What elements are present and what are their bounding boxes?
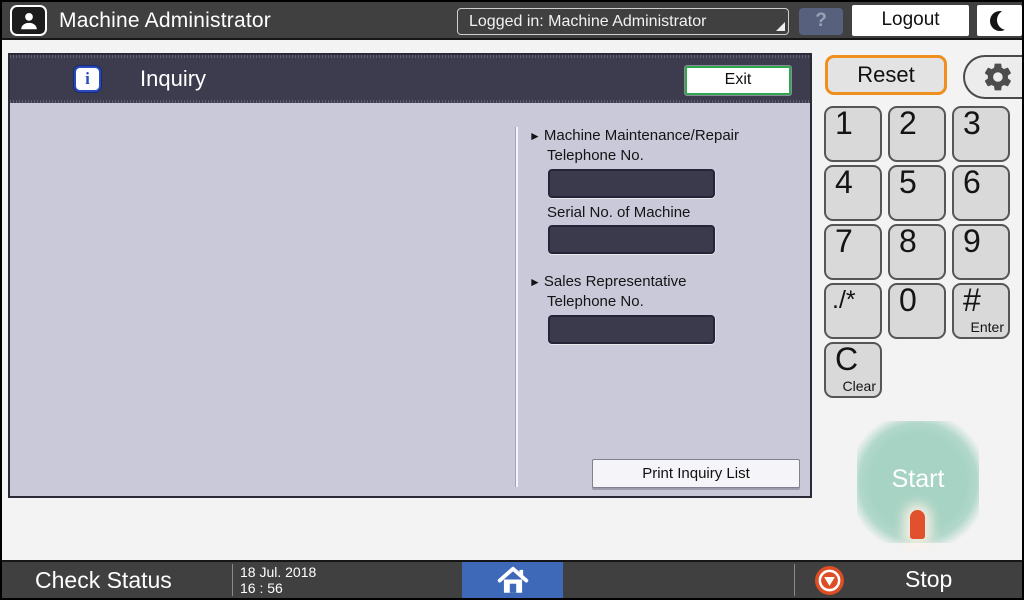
keypad-key-7[interactable]: 7 [824,224,882,280]
login-status-label: Logged in: Machine Administrator [469,13,706,30]
serial-no-input[interactable] [548,225,715,254]
key-label: 0 [899,282,917,319]
gear-icon [982,61,1014,93]
stop-icon [815,566,844,595]
bottom-bar: Check Status 18 Jul. 2018 16 : 56 Stop [2,560,1022,598]
home-icon [495,564,531,596]
section-arrow-icon: ► [529,275,541,289]
reset-button[interactable]: Reset [825,55,947,95]
exit-button[interactable]: Exit [685,66,791,95]
start-button-label: Start [892,465,945,500]
date-label: 18 Jul. 2018 [240,564,316,580]
field-label-sales-telephone: Telephone No. [547,293,644,310]
top-bar: Machine Administrator Logged in: Machine… [2,2,1022,40]
stop-button-label: Stop [905,562,952,598]
keypad-key-3[interactable]: 3 [952,106,1010,162]
user-button[interactable] [10,5,47,36]
section-arrow-icon: ► [529,129,541,143]
key-label: 4 [835,164,853,201]
stop-button[interactable]: Stop [795,562,1024,598]
section-title-maintenance: ►Machine Maintenance/Repair [529,127,739,144]
settings-button[interactable] [963,55,1024,99]
field-label-serial-no: Serial No. of Machine [547,204,690,221]
dropdown-corner-icon [776,22,785,31]
start-indicator-light [910,510,925,539]
key-label: 1 [835,105,853,142]
key-sub-label: Clear [843,378,876,394]
keypad-key-5[interactable]: 5 [888,165,946,221]
keypad-key-dot-star[interactable]: ./* [824,283,882,339]
inquiry-panel: i Inquiry Exit ►Machine Maintenance/Repa… [8,53,812,498]
info-icon: i [74,66,101,92]
key-label: ./* [832,286,856,315]
touch-screen: Machine Administrator Logged in: Machine… [0,0,1024,600]
datetime-display: 18 Jul. 2018 16 : 56 [240,564,316,596]
keypad-key-1[interactable]: 1 [824,106,882,162]
key-label: 8 [899,223,917,260]
sales-telephone-input[interactable] [548,315,715,344]
section-title-sales: ►Sales Representative [529,273,686,290]
moon-icon [990,11,1010,31]
key-label: 2 [899,105,917,142]
field-label-maintenance-telephone: Telephone No. [547,147,644,164]
key-label: C [835,341,858,378]
inquiry-panel-header: i Inquiry Exit [10,55,810,103]
logout-button[interactable]: Logout [852,5,969,36]
inquiry-title: Inquiry [140,55,206,103]
print-inquiry-list-button[interactable]: Print Inquiry List [592,459,800,488]
key-label: 7 [835,223,853,260]
keypad-key-clear[interactable]: CClear [824,342,882,398]
section-title-label: Sales Representative [544,273,687,290]
user-icon [18,10,40,32]
key-sub-label: Enter [971,319,1004,335]
start-button[interactable]: Start [857,421,979,543]
key-label: 5 [899,164,917,201]
keypad-key-2[interactable]: 2 [888,106,946,162]
maintenance-telephone-input[interactable] [548,169,715,198]
vertical-divider [515,127,518,487]
check-status-button[interactable]: Check Status [2,562,230,598]
key-label: 3 [963,105,981,142]
keypad-key-hash-enter[interactable]: #Enter [952,283,1010,339]
key-label: # [963,282,981,319]
keypad-key-6[interactable]: 6 [952,165,1010,221]
help-button[interactable]: ? [799,8,843,35]
inquiry-content: ►Machine Maintenance/Repair Telephone No… [10,103,810,496]
page-title: Machine Administrator [59,2,271,40]
keypad-key-0[interactable]: 0 [888,283,946,339]
key-label: 6 [963,164,981,201]
bottom-divider [232,564,233,596]
login-status-dropdown[interactable]: Logged in: Machine Administrator [457,8,789,35]
energy-saver-button[interactable] [977,5,1022,36]
section-title-label: Machine Maintenance/Repair [544,127,739,144]
keypad-key-9[interactable]: 9 [952,224,1010,280]
time-label: 16 : 56 [240,580,316,596]
key-label: 9 [963,223,981,260]
home-button[interactable] [462,562,563,598]
keypad-key-4[interactable]: 4 [824,165,882,221]
keypad-key-8[interactable]: 8 [888,224,946,280]
